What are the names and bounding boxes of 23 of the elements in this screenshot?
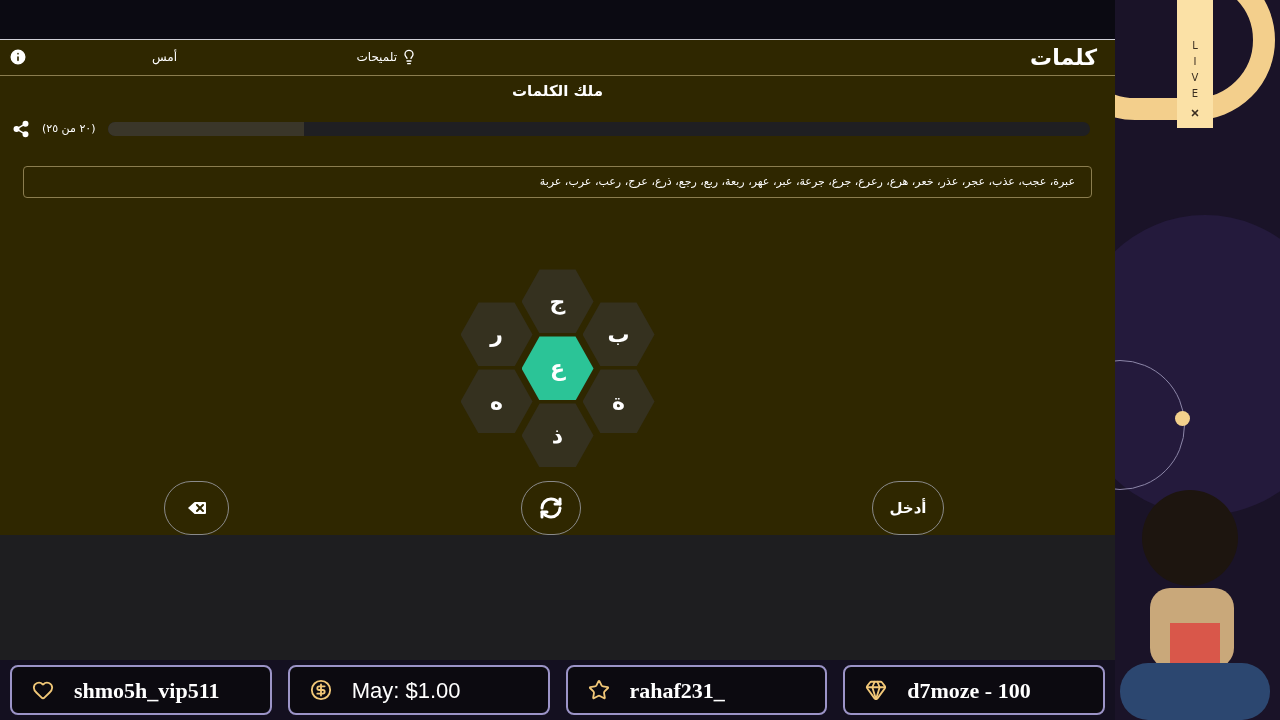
hints-button[interactable]: تلميحات (177, 48, 417, 67)
share-icon[interactable] (12, 120, 30, 139)
diamond-icon (865, 679, 888, 701)
progress-count: (٢٠ من ٢٥) (42, 121, 96, 138)
lightbulb-icon (401, 49, 417, 66)
enter-button[interactable]: أدخل (872, 481, 944, 535)
delete-button[interactable] (164, 481, 229, 535)
cross-icon (1190, 108, 1200, 118)
yesterday-link[interactable]: أمس (28, 48, 177, 67)
heart-icon (32, 679, 54, 701)
live-label: LIVE (1191, 39, 1199, 101)
shuffle-button[interactable] (520, 481, 581, 535)
app-title: كلمات (1029, 43, 1097, 72)
puzzle-title: ملك الكلمات (512, 80, 603, 102)
alert-text: shmo5h_vip511 (74, 676, 220, 705)
dollar-icon (309, 679, 332, 701)
alert-text: d7moze - 100 (907, 676, 1031, 705)
alert-text: rahaf231_ (629, 676, 725, 705)
star-icon (587, 679, 610, 701)
found-words-box: عبرة، عجب، عذب، عجر، عذر، خعر، هرع، رعرع، جرع، جرعة، عبر، عهر، ربعة، ربع، رجع، ذرع، عرج، رعب، عرب، عربة (23, 166, 1092, 199)
info-icon[interactable] (8, 47, 28, 68)
refresh-icon (538, 496, 563, 520)
alert-text: May: $1.00 (351, 676, 461, 705)
